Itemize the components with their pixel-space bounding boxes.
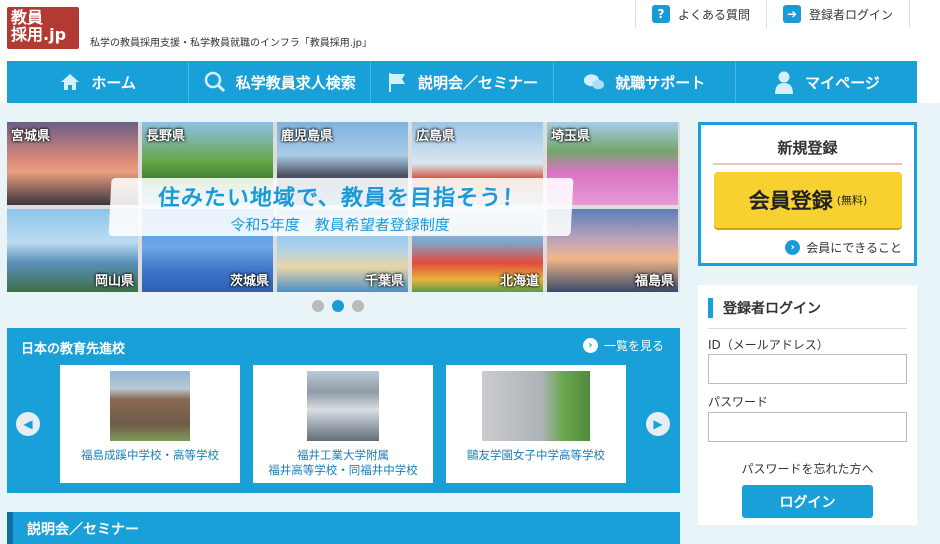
top-links: ? よくある質問 ➜ 登録者ログイン [634, 0, 910, 28]
login-arrow-icon: ➜ [782, 5, 801, 23]
logo-line1: 教員 [11, 8, 44, 27]
chevron-right-icon: › [785, 240, 801, 255]
region-tile-label: 長野県 [146, 129, 186, 144]
flag-icon [386, 71, 408, 93]
carousel-dot-active[interactable] [332, 300, 344, 312]
nav-item-support[interactable]: 就職サポート [554, 61, 736, 103]
chat-bubbles-icon [583, 71, 605, 93]
school-name: 鷗友学園女子中学高等学校 [446, 448, 626, 463]
password-input[interactable] [708, 412, 907, 442]
member-benefits-link[interactable]: › 会員にできること [785, 239, 902, 256]
member-login-label: 登録者ログイン [808, 7, 893, 22]
nav-item-label: 説明会／セミナー [418, 73, 539, 92]
campaign-banner[interactable]: 住みたい地域で、教員を目指そう！ 令和5年度 教員希望者登録制度 [108, 178, 574, 236]
see-all-label: 一覧を見る [603, 339, 664, 353]
register-button[interactable]: 会員登録 (無料) [714, 172, 902, 228]
carousel-dot[interactable] [312, 300, 324, 312]
carousel-dots [312, 300, 364, 312]
region-tile-label: 岡山県 [94, 274, 134, 289]
register-button-label: 会員登録 [748, 189, 833, 213]
site-header: 教員 採用.jp 私学の教員採用支援・私学教員就職のインフラ「教員採用.jp」 … [0, 0, 940, 60]
nav-item-seminar[interactable]: 説明会／セミナー [371, 61, 554, 103]
faq-link-label: よくある質問 [677, 7, 750, 22]
school-name-line1: 福井工業大学附属 [297, 448, 389, 462]
id-input[interactable] [708, 354, 907, 384]
school-card[interactable]: 福井工業大学附属 福井高等学校・同福井中学校 [253, 365, 433, 483]
nav-item-label: マイページ [805, 73, 880, 92]
person-icon [773, 71, 795, 94]
school-name: 福井工業大学附属 福井高等学校・同福井中学校 [253, 448, 433, 478]
region-tile-label: 埼玉県 [551, 129, 591, 144]
id-label: ID（メールアドレス） [708, 338, 829, 352]
region-tile-label: 広島県 [416, 129, 456, 144]
main-nav: ホーム 私学教員求人検索 説明会／セミナー 就職サポート マイページ [7, 61, 917, 103]
school-name-line1: 福島成蹊中学校・高等学校 [81, 448, 219, 462]
region-tile-label: 北海道 [499, 274, 539, 289]
school-name: 福島成蹊中学校・高等学校 [60, 448, 240, 463]
divider [713, 163, 902, 165]
home-icon [59, 71, 81, 93]
region-tile-label: 鹿児島県 [281, 129, 334, 144]
nav-item-home[interactable]: ホーム [7, 61, 190, 103]
forgot-password-link[interactable]: パスワードを忘れた方へ [698, 460, 917, 477]
nav-item-mypage[interactable]: マイページ [736, 61, 917, 103]
school-photo [110, 371, 190, 441]
seminar-section-header: 説明会／セミナー [7, 512, 680, 544]
banner-title: 住みたい地域で、教員を目指そう！ [157, 185, 526, 211]
login-panel: 登録者ログイン ID（メールアドレス） パスワード パスワードを忘れた方へ ログ… [698, 285, 917, 525]
section-title: 日本の教育先進校 [21, 342, 126, 357]
school-card[interactable]: 福島成蹊中学校・高等学校 [60, 365, 240, 483]
login-button[interactable]: ログイン [742, 485, 873, 518]
carousel-prev-button[interactable]: ◀ [16, 412, 40, 436]
register-button-note: (無料) [836, 194, 868, 207]
school-photo [482, 371, 590, 441]
login-title: 登録者ログイン [708, 298, 821, 318]
search-icon [204, 71, 226, 93]
nav-item-job-search[interactable]: 私学教員求人検索 [189, 61, 372, 103]
school-card[interactable]: 鷗友学園女子中学高等学校 [446, 365, 626, 483]
region-tile-label: 福島県 [634, 274, 674, 289]
password-label: パスワード [708, 395, 769, 409]
school-name-line1: 鷗友学園女子中学高等学校 [467, 448, 605, 462]
nav-item-label: 就職サポート [615, 73, 706, 92]
section-title: 説明会／セミナー [27, 522, 139, 538]
faq-link[interactable]: ? よくある質問 [634, 0, 766, 28]
carousel-next-button[interactable]: ▶ [646, 412, 670, 436]
nav-item-label: 私学教員求人検索 [235, 73, 356, 92]
carousel-dot[interactable] [352, 300, 364, 312]
banner-subtitle: 令和5年度 教員希望者登録制度 [229, 215, 451, 234]
region-tile-label: 宮城県 [11, 129, 51, 144]
site-logo[interactable]: 教員 採用.jp [7, 7, 79, 49]
region-tile-label: 茨城県 [229, 274, 269, 289]
region-tile-label: 千葉県 [364, 274, 404, 289]
question-icon: ? [651, 5, 670, 23]
register-title: 新規登録 [777, 139, 838, 157]
school-name-line2: 福井高等学校・同福井中学校 [268, 463, 418, 477]
chevron-right-icon: › [582, 338, 598, 353]
nav-item-label: ホーム [91, 73, 136, 92]
see-all-link[interactable]: › 一覧を見る [582, 337, 664, 354]
site-tagline: 私学の教員採用支援・私学教員就職のインフラ「教員採用.jp」 [90, 38, 373, 49]
member-benefits-label: 会員にできること [806, 241, 902, 255]
member-login-link[interactable]: ➜ 登録者ログイン [765, 0, 910, 28]
logo-line2: 採用.jp [11, 25, 67, 44]
featured-schools-section: 日本の教育先進校 › 一覧を見る ◀ 福島成蹊中学校・高等学校 福井工業大学附属… [7, 328, 680, 493]
school-photo [307, 371, 379, 441]
divider [708, 328, 907, 329]
register-panel: 新規登録 会員登録 (無料) › 会員にできること [698, 122, 917, 266]
